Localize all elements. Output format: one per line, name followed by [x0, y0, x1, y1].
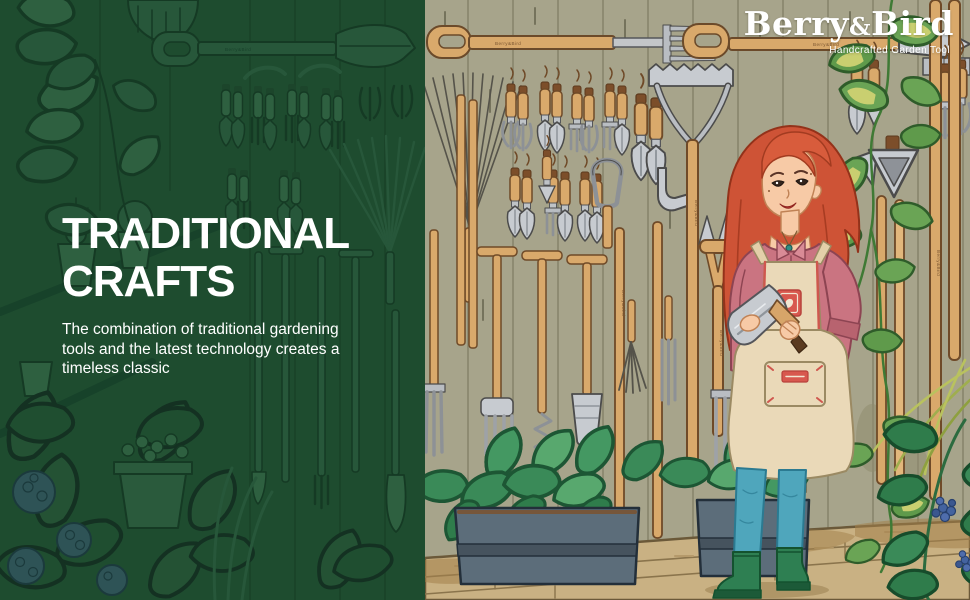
tool-handle-engraving: Berry&Bird [495, 41, 521, 46]
page-title: TRADITIONAL CRAFTS [62, 210, 402, 306]
hero-copy: TRADITIONAL CRAFTS The combination of tra… [62, 210, 402, 379]
hero-description: The combination of traditional gardening… [62, 321, 340, 377]
brand-logo-text: Berry&Bird [744, 6, 954, 45]
brand-word-1: Berry [743, 4, 849, 43]
tool-handle-engraving: Berry&Bird [936, 250, 941, 276]
workshop-illustration: Berry&Bird Berry&Bird Berry&Bird Berry&B… [425, 0, 970, 600]
tinted-flowerpot [113, 433, 193, 529]
tool-handle-engraving: Berry&Bird [225, 47, 251, 52]
hero-banner: Berry&Bird Berry&Bird Berry&Bird Berry&B… [0, 0, 970, 600]
tool-handle-engraving: Berry&Bird [621, 290, 626, 316]
title-line-1: TRADITIONAL [62, 209, 350, 258]
tool-handle-engraving: Berry&Bird [694, 200, 699, 226]
title-line-2: CRAFTS [62, 257, 235, 306]
brand-logo: Berry&Bird Handcrafted Garden Tool [744, 6, 954, 57]
brand-word-2: Bird [871, 4, 954, 43]
brand-ampersand: & [848, 12, 872, 41]
necklace-pendant [785, 244, 793, 252]
brand-tagline: Handcrafted Garden Tool [829, 45, 950, 56]
tool-handle-engraving: Berry&Bird [719, 330, 724, 356]
